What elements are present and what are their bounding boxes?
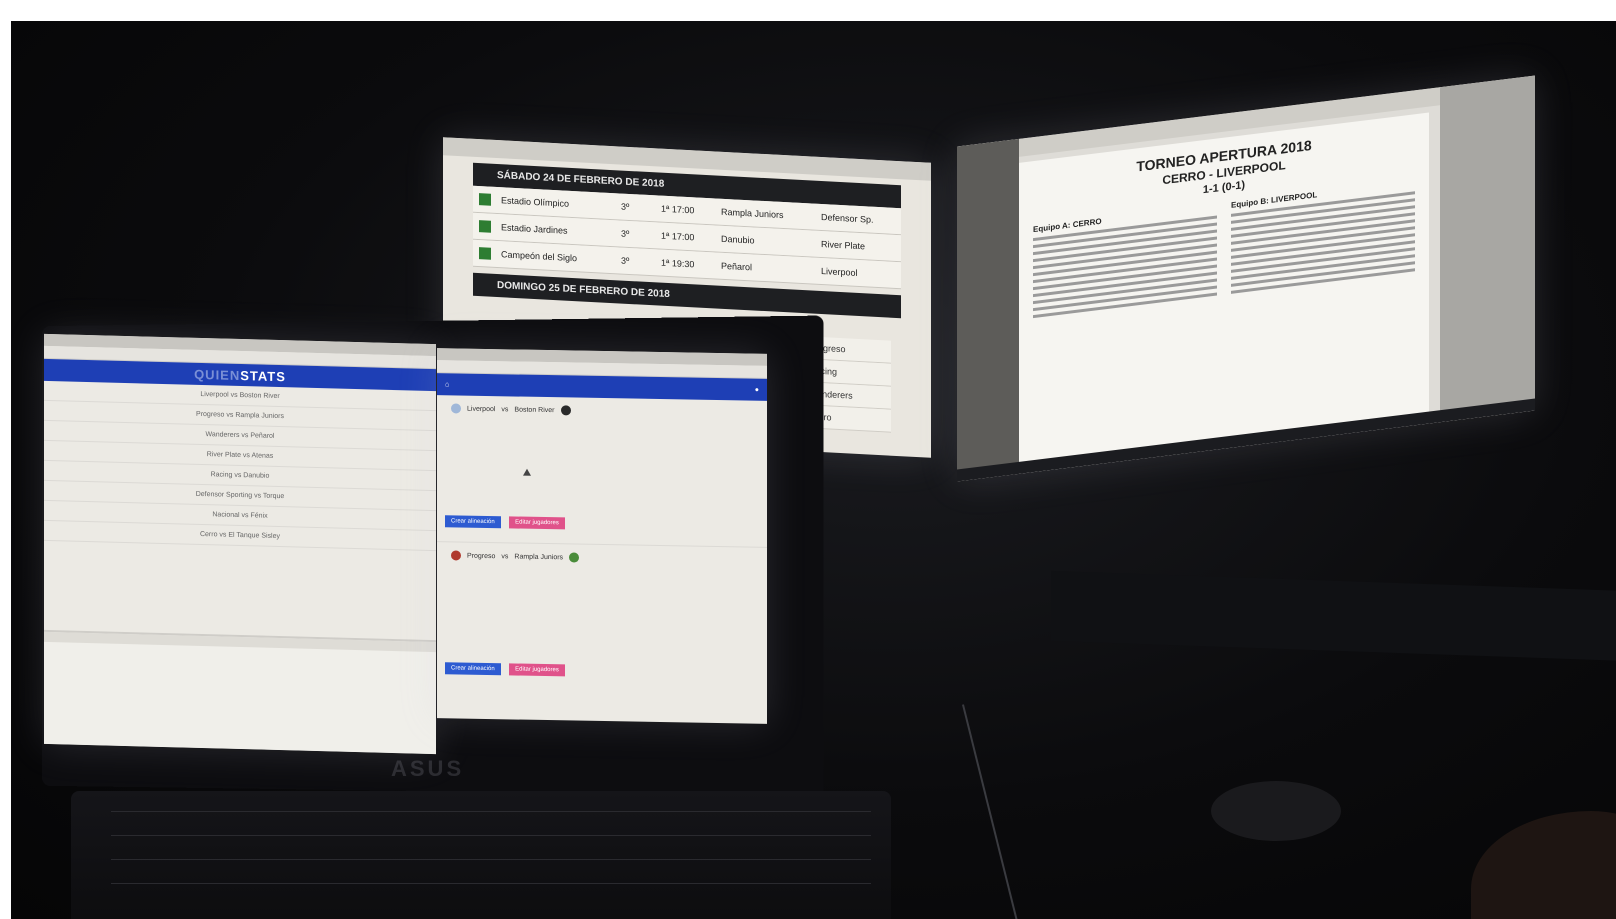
- fixture-venue: Campeón del Siglo: [501, 249, 578, 264]
- create-lineup-button[interactable]: Crear alineación: [445, 662, 501, 676]
- fixture-time: 1ª 19:30: [661, 257, 695, 270]
- cable: [961, 704, 1023, 919]
- laptop-keyboard: [71, 791, 891, 919]
- fixture-home-team: Rampla Juniors: [721, 206, 784, 221]
- team-crest-icon: [560, 405, 571, 416]
- home-lineup-column: Equipo A: CERRO: [1033, 203, 1217, 323]
- fixture-home-team: Danubio: [721, 233, 755, 246]
- dark-room-photo: SÁBADO 24 DE FEBRERO DE 2018 Estadio Olí…: [11, 21, 1616, 919]
- laptop-right-browser: ⌂ ● Liverpool vs Boston River Crear alin…: [437, 348, 767, 724]
- laptop-brand-logo: ASUS: [391, 756, 465, 781]
- match-away-team: Rampla Juniors: [514, 552, 564, 561]
- team-crest-icon: [451, 403, 461, 414]
- home-icon[interactable]: ⌂: [445, 381, 449, 388]
- match-vs: vs: [501, 405, 509, 413]
- away-lineup-column: Equipo B: LIVERPOOL: [1231, 178, 1415, 298]
- fixture-round: 3º: [621, 255, 630, 266]
- match-home-team: Progreso: [467, 552, 496, 560]
- fixture-round: 3º: [621, 201, 630, 212]
- fixture-time: 1ª 17:00: [661, 203, 695, 216]
- stadium-icon: [479, 247, 491, 260]
- match-card-body: [437, 568, 767, 662]
- match-away-team: Boston River: [514, 405, 555, 414]
- mouse-cursor-icon: [523, 468, 531, 476]
- brand-second: STATS: [240, 367, 286, 384]
- devtools-panel[interactable]: [44, 629, 436, 755]
- computer-mouse: [1211, 781, 1341, 841]
- pdf-viewer-margin: [957, 138, 1019, 482]
- hand: [1471, 811, 1616, 919]
- fixture-venue: Estadio Jardines: [501, 222, 568, 236]
- right-monitor-screen: TORNEO APERTURA 2018 CERRO - LIVERPOOL 1…: [957, 75, 1535, 482]
- fixture-away-team: Defensor Sp.: [821, 212, 874, 225]
- team-crest-icon: [569, 552, 580, 563]
- laptop-left-browser: QUIEN STATS Liverpool vs Boston River Pro…: [44, 333, 436, 755]
- pdf-viewer-background: [1440, 75, 1535, 423]
- user-icon[interactable]: ●: [755, 386, 759, 393]
- desk-surface: [1051, 570, 1616, 662]
- fixture-away-team: River Plate: [821, 239, 866, 252]
- edit-players-button[interactable]: Editar jugadores: [509, 663, 565, 677]
- fixture-away-team: Liverpool: [821, 266, 858, 278]
- fixture-venue: Estadio Olímpico: [501, 195, 570, 209]
- match-card-body: [437, 421, 767, 515]
- fixture-time: 1ª 17:00: [661, 230, 695, 243]
- match-vs: vs: [501, 552, 509, 560]
- fixture-round: 3º: [621, 228, 630, 239]
- stadium-icon: [479, 193, 491, 206]
- brand-first: QUIEN: [194, 366, 241, 383]
- match-report-document: TORNEO APERTURA 2018 CERRO - LIVERPOOL 1…: [1019, 112, 1429, 463]
- stadium-icon: [479, 220, 491, 233]
- team-crest-icon: [451, 550, 461, 561]
- devtools-tab-bar[interactable]: [44, 631, 436, 653]
- match-home-team: Liverpool: [467, 405, 496, 413]
- edit-players-button[interactable]: Editar jugadores: [509, 516, 565, 530]
- create-lineup-button[interactable]: Crear alineación: [445, 515, 501, 529]
- fixture-home-team: Peñarol: [721, 260, 753, 273]
